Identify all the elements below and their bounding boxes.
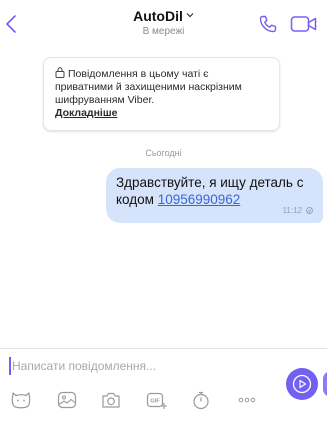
outgoing-message[interactable]: Здравствуйте, я ищу деталь с кодом 10956…: [106, 168, 323, 223]
send-button[interactable]: [286, 368, 318, 400]
learn-more-link[interactable]: Докладніше: [55, 107, 117, 119]
encryption-notice: Повідомлення в цьому чаті є приватними й…: [43, 57, 280, 131]
sticker-icon: [11, 392, 31, 409]
camera-button[interactable]: [100, 389, 122, 411]
more-icon: [238, 397, 256, 403]
composer-divider: [0, 348, 327, 349]
encryption-notice-text: Повідомлення в цьому чаті є приватними й…: [55, 68, 242, 106]
camera-icon: [102, 392, 120, 408]
message-meta: 11:12: [283, 202, 313, 219]
phone-number-link[interactable]: 10956990962: [158, 192, 241, 207]
sent-status-icon: [306, 207, 313, 214]
video-call-button[interactable]: [290, 15, 318, 33]
video-icon: [290, 16, 317, 32]
call-button[interactable]: [258, 14, 278, 34]
contact-name: AutoDil: [133, 8, 183, 24]
timer-button[interactable]: [190, 389, 212, 411]
message-input[interactable]: Написати повідомлення...: [9, 357, 282, 375]
gallery-button[interactable]: [56, 389, 78, 411]
gallery-icon: [57, 391, 77, 409]
chat-header: AutoDil В мережі: [0, 0, 327, 44]
phone-icon: [259, 15, 277, 33]
chat-screen: AutoDil В мережі Повідомлення в цьому ча…: [0, 0, 327, 432]
send-icon: [292, 374, 312, 394]
secondary-send-button[interactable]: [323, 371, 327, 397]
chevron-down-icon: [186, 13, 194, 18]
gif-button[interactable]: GIF: [145, 389, 167, 411]
more-button[interactable]: [236, 389, 258, 411]
lock-icon: [55, 67, 65, 78]
sticker-button[interactable]: [10, 389, 32, 411]
message-time: 11:12: [282, 206, 302, 215]
timer-icon: [193, 391, 209, 410]
gif-icon: GIF: [146, 392, 167, 409]
date-separator: Сьогодні: [145, 148, 182, 158]
svg-text:GIF: GIF: [150, 399, 160, 405]
